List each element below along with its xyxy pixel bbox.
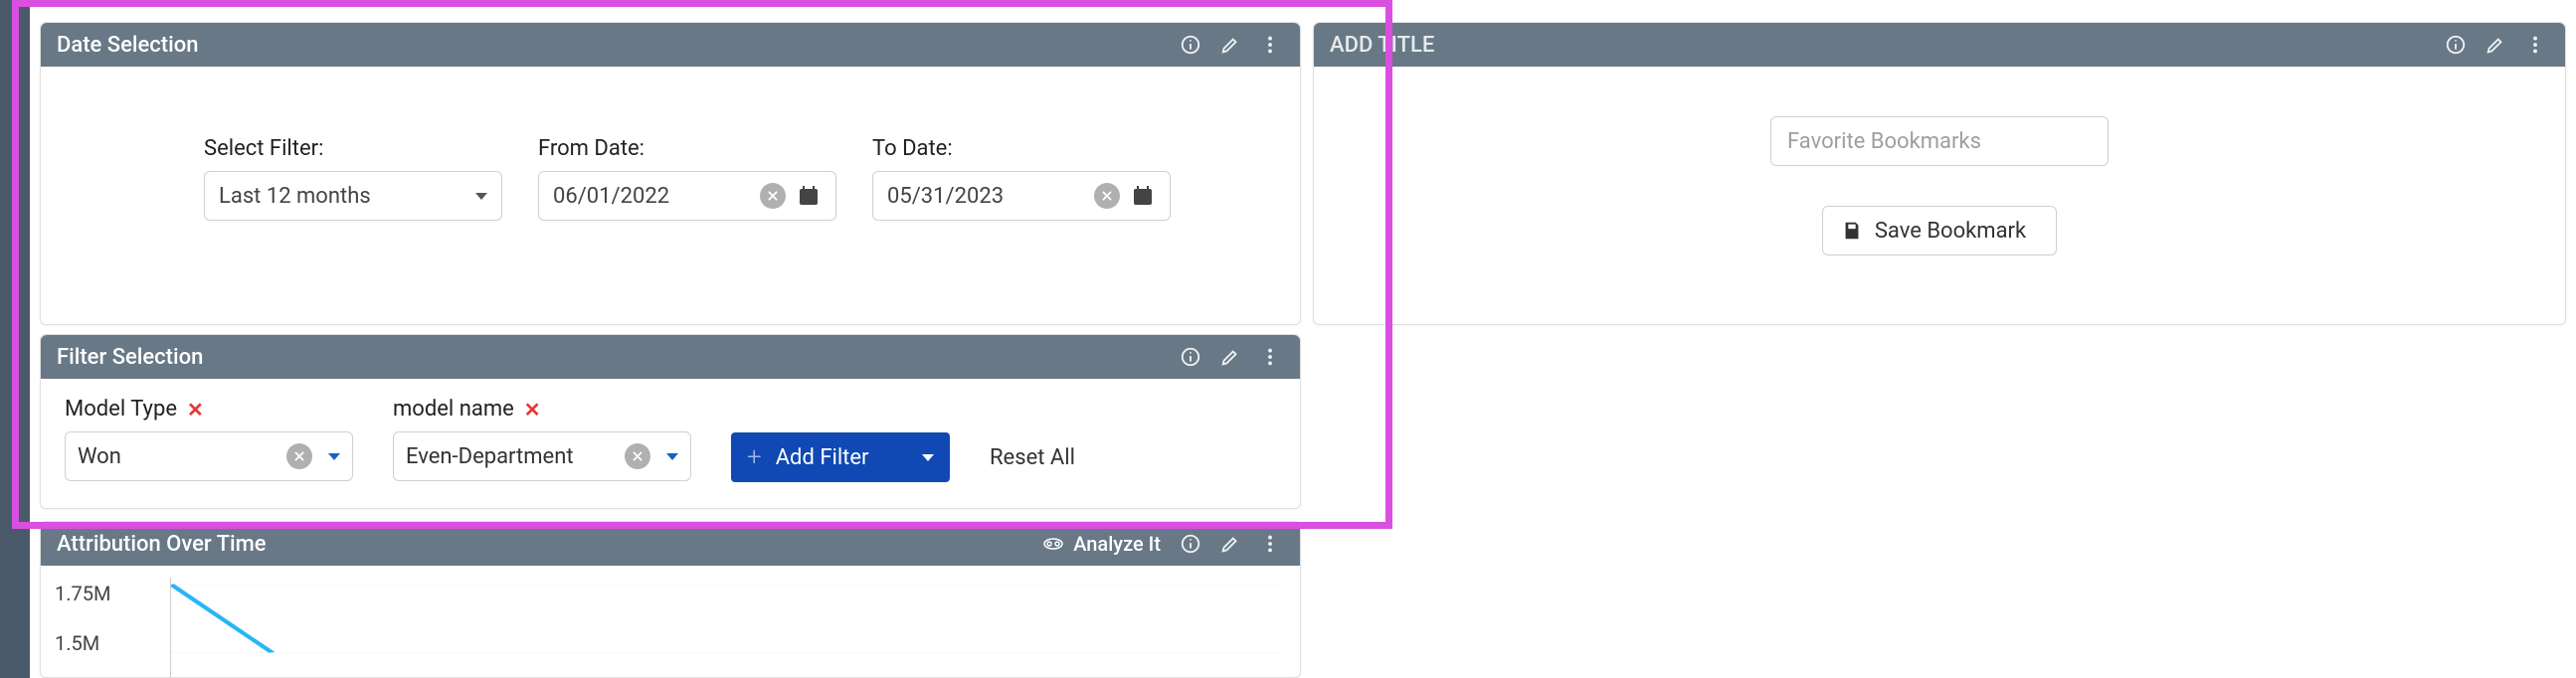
select-filter-label: Select Filter: <box>204 136 502 161</box>
more-icon[interactable] <box>1256 31 1284 59</box>
filter-chip-model-type[interactable]: Won <box>65 431 353 481</box>
more-icon[interactable] <box>1256 530 1284 558</box>
edit-icon[interactable] <box>2482 31 2509 59</box>
favorite-bookmarks-placeholder: Favorite Bookmarks <box>1787 129 1981 154</box>
chevron-down-icon <box>922 454 934 461</box>
panel-title: Filter Selection <box>57 345 203 370</box>
chart-area: 1.75M 1.5M <box>41 566 1300 678</box>
panel-header: Date Selection <box>41 23 1300 67</box>
analyze-it-button[interactable]: Analyze It <box>1041 532 1161 556</box>
clear-icon[interactable] <box>625 443 650 469</box>
edit-icon[interactable] <box>1216 31 1244 59</box>
panel-title-placeholder[interactable]: ADD TITLE <box>1330 33 1434 58</box>
filter-chip-value: Won <box>78 444 286 469</box>
info-icon[interactable] <box>1177 31 1204 59</box>
filter-chip-model-name[interactable]: Even-Department <box>393 431 691 481</box>
app-left-rail <box>0 0 30 678</box>
edit-icon[interactable] <box>1216 343 1244 371</box>
from-date-input[interactable]: 06/01/2022 <box>538 171 836 221</box>
from-date-label: From Date: <box>538 136 836 161</box>
select-filter-dropdown[interactable]: Last 12 months <box>204 171 502 221</box>
from-date-value: 06/01/2022 <box>553 184 760 209</box>
panel-title: Date Selection <box>57 33 198 58</box>
panel-header: Attribution Over Time Analyze It <box>41 522 1300 566</box>
clear-icon[interactable] <box>286 443 312 469</box>
analyze-it-label: Analyze It <box>1073 532 1161 556</box>
attribution-chart-panel: Attribution Over Time Analyze It 1.75M 1… <box>40 521 1301 678</box>
select-filter-value: Last 12 months <box>219 184 371 209</box>
clear-icon[interactable] <box>760 183 786 209</box>
to-date-label: To Date: <box>872 136 1171 161</box>
panel-title: Attribution Over Time <box>57 532 267 557</box>
to-date-value: 05/31/2023 <box>887 184 1094 209</box>
filter-chip-label: Model Type <box>65 397 177 422</box>
clear-icon[interactable] <box>1094 183 1120 209</box>
plus-icon: + <box>747 442 762 472</box>
filter-chip-label: model name <box>393 397 514 422</box>
info-icon[interactable] <box>1177 530 1204 558</box>
more-icon[interactable] <box>1256 343 1284 371</box>
save-bookmark-label: Save Bookmark <box>1875 219 2026 244</box>
remove-filter-icon[interactable]: ✕ <box>524 398 541 422</box>
chevron-down-icon <box>666 453 678 460</box>
info-icon[interactable] <box>1177 343 1204 371</box>
chart-plot <box>170 578 1280 678</box>
save-icon <box>1841 220 1863 242</box>
date-selection-panel: Date Selection Select Filter: Last 12 mo… <box>40 22 1301 325</box>
calendar-icon[interactable] <box>796 183 822 209</box>
reset-all-link[interactable]: Reset All <box>990 445 1075 470</box>
to-date-input[interactable]: 05/31/2023 <box>872 171 1171 221</box>
filter-chip-value: Even-Department <box>406 444 625 469</box>
panel-header: Filter Selection <box>41 335 1300 379</box>
panel-header: ADD TITLE <box>1314 23 2565 67</box>
edit-icon[interactable] <box>1216 530 1244 558</box>
y-axis-tick: 1.5M <box>55 631 99 655</box>
save-bookmark-button[interactable]: Save Bookmark <box>1822 206 2057 255</box>
calendar-icon[interactable] <box>1130 183 1156 209</box>
more-icon[interactable] <box>2521 31 2549 59</box>
filter-selection-panel: Filter Selection Model Type ✕ <box>40 334 1301 509</box>
y-axis-tick: 1.75M <box>55 582 110 605</box>
add-filter-button[interactable]: + Add Filter <box>731 432 950 482</box>
chevron-down-icon <box>328 453 340 460</box>
chevron-down-icon <box>475 193 487 200</box>
remove-filter-icon[interactable]: ✕ <box>187 398 204 422</box>
add-filter-label: Add Filter <box>776 445 922 470</box>
bookmarks-panel: ADD TITLE Favorite Bookmarks Save Bookma… <box>1313 22 2566 325</box>
info-icon[interactable] <box>2442 31 2470 59</box>
favorite-bookmarks-select[interactable]: Favorite Bookmarks <box>1770 116 2109 166</box>
